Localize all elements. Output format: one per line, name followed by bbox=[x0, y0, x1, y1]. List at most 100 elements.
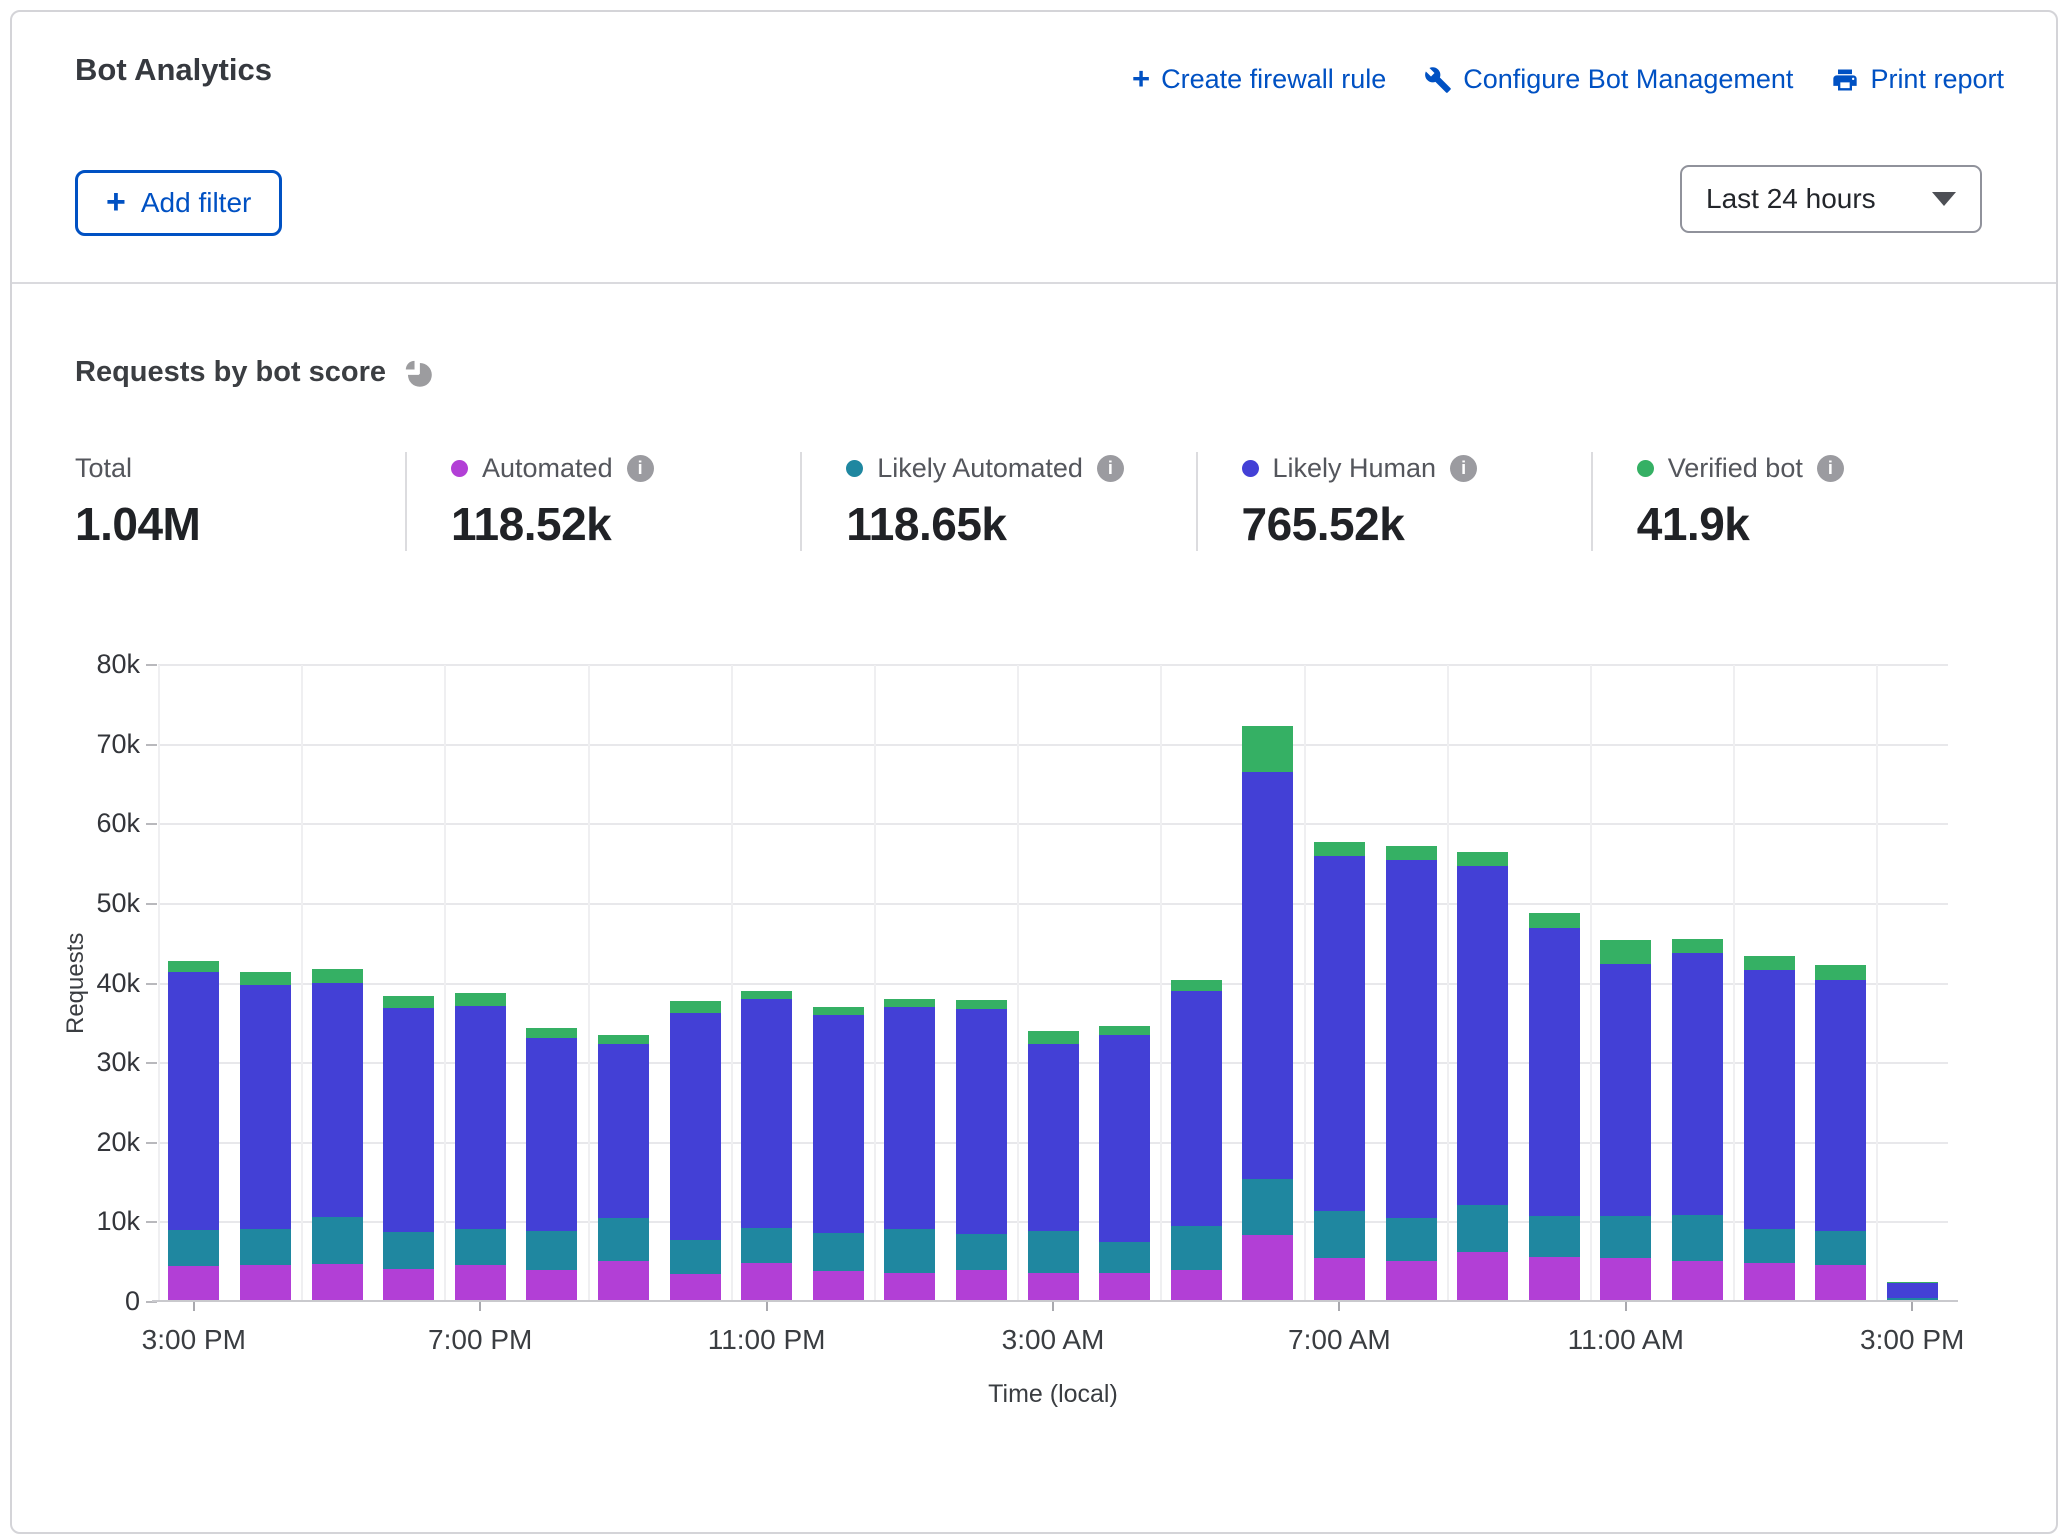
segment-likely-automated bbox=[455, 1229, 506, 1266]
segment-automated bbox=[598, 1261, 649, 1302]
info-icon[interactable]: i bbox=[1450, 455, 1477, 482]
stat-automated: Automated i 118.52k bbox=[405, 452, 800, 551]
add-filter-button[interactable]: + Add filter bbox=[75, 170, 282, 236]
segment-verified-bot bbox=[598, 1035, 649, 1044]
bar-7-00-am[interactable] bbox=[1314, 842, 1365, 1302]
create-firewall-rule-link[interactable]: + Create firewall rule bbox=[1132, 64, 1386, 95]
segment-likely-human bbox=[1744, 970, 1795, 1229]
bar-10-00-am[interactable] bbox=[1529, 913, 1580, 1302]
segment-verified-bot bbox=[1028, 1031, 1079, 1045]
stat-total: Total1.04M bbox=[75, 452, 405, 551]
header-divider bbox=[12, 282, 2056, 284]
section-header: Requests by bot score bbox=[75, 356, 433, 389]
segment-verified-bot bbox=[168, 961, 219, 971]
stat-header: Likely Humani bbox=[1242, 452, 1591, 484]
bar-12-00-pm[interactable] bbox=[1672, 939, 1723, 1302]
segment-automated bbox=[1386, 1261, 1437, 1302]
info-icon[interactable]: i bbox=[1097, 455, 1124, 482]
segment-likely-automated bbox=[168, 1230, 219, 1266]
chevron-down-icon bbox=[1932, 192, 1956, 206]
segment-likely-human bbox=[1386, 860, 1437, 1218]
bar-12-00-am[interactable] bbox=[813, 1007, 864, 1302]
segment-likely-human bbox=[526, 1038, 577, 1231]
bar-2-00-am[interactable] bbox=[956, 1000, 1007, 1302]
segment-automated bbox=[383, 1269, 434, 1302]
segment-likely-human bbox=[1314, 856, 1365, 1211]
bar-9-00-am[interactable] bbox=[1457, 852, 1508, 1302]
y-tick-label: 50k bbox=[12, 888, 140, 919]
x-tick-mark bbox=[193, 1302, 195, 1311]
configure-bot-management-link[interactable]: Configure Bot Management bbox=[1424, 64, 1793, 95]
segment-likely-human bbox=[1028, 1044, 1079, 1231]
stat-label: Automated bbox=[482, 453, 613, 484]
bar-6-00-am[interactable] bbox=[1242, 726, 1293, 1302]
segment-verified-bot bbox=[1600, 940, 1651, 964]
x-tick-label: 11:00 PM bbox=[667, 1324, 867, 1356]
segment-automated bbox=[1744, 1263, 1795, 1302]
bar-4-00-pm[interactable] bbox=[240, 972, 291, 1302]
bar-11-00-pm[interactable] bbox=[741, 991, 792, 1302]
time-range-select[interactable]: Last 24 hours bbox=[1680, 165, 1982, 233]
segment-likely-automated bbox=[1028, 1231, 1079, 1272]
segment-likely-human bbox=[1242, 772, 1293, 1179]
segment-likely-automated bbox=[1529, 1216, 1580, 1257]
bar-5-00-am[interactable] bbox=[1171, 980, 1222, 1302]
print-report-link[interactable]: Print report bbox=[1831, 64, 2004, 95]
y-tick-label: 10k bbox=[12, 1206, 140, 1237]
segment-likely-automated bbox=[1171, 1226, 1222, 1271]
x-tick-mark bbox=[1338, 1302, 1340, 1311]
segment-likely-human bbox=[1815, 980, 1866, 1231]
bar-7-00-pm[interactable] bbox=[455, 993, 506, 1302]
y-tick-mark bbox=[146, 823, 157, 825]
bar-1-00-am[interactable] bbox=[884, 999, 935, 1302]
y-tick-label: 20k bbox=[12, 1127, 140, 1158]
segment-likely-automated bbox=[598, 1218, 649, 1261]
bar-4-00-am[interactable] bbox=[1099, 1026, 1150, 1302]
segment-verified-bot bbox=[1314, 842, 1365, 856]
segment-automated bbox=[240, 1265, 291, 1302]
bar-6-00-pm[interactable] bbox=[383, 996, 434, 1302]
segment-automated bbox=[813, 1271, 864, 1302]
stat-value: 118.52k bbox=[451, 497, 800, 551]
segment-automated bbox=[1815, 1265, 1866, 1302]
y-tick-mark bbox=[146, 1062, 157, 1064]
x-tick-label: 7:00 AM bbox=[1239, 1324, 1439, 1356]
bar-5-00-pm[interactable] bbox=[312, 969, 363, 1302]
segment-likely-human bbox=[455, 1006, 506, 1229]
bar-8-00-pm[interactable] bbox=[526, 1028, 577, 1302]
bar-3-00-pm[interactable] bbox=[168, 961, 219, 1302]
stat-value: 765.52k bbox=[1242, 497, 1591, 551]
bar-8-00-am[interactable] bbox=[1386, 846, 1437, 1302]
segment-likely-human bbox=[312, 983, 363, 1217]
bar-1-00-pm[interactable] bbox=[1744, 956, 1795, 1302]
bar-2-00-pm[interactable] bbox=[1815, 965, 1866, 1302]
y-tick-mark bbox=[146, 744, 157, 746]
x-tick-label: 3:00 PM bbox=[1812, 1324, 2012, 1356]
section-title: Requests by bot score bbox=[75, 356, 386, 389]
segment-likely-human bbox=[956, 1009, 1007, 1234]
segment-likely-automated bbox=[1386, 1218, 1437, 1261]
bar-10-00-pm[interactable] bbox=[670, 1001, 721, 1302]
y-tick-label: 30k bbox=[12, 1047, 140, 1078]
bar-9-00-pm[interactable] bbox=[598, 1035, 649, 1302]
segment-likely-human bbox=[670, 1013, 721, 1240]
y-tick-label: 80k bbox=[12, 649, 140, 680]
x-tick-mark bbox=[479, 1302, 481, 1311]
x-tick-mark bbox=[1052, 1302, 1054, 1311]
info-icon[interactable]: i bbox=[627, 455, 654, 482]
y-tick-label: 70k bbox=[12, 729, 140, 760]
stat-likely-human: Likely Humani 765.52k bbox=[1196, 452, 1591, 551]
segment-likely-automated bbox=[741, 1228, 792, 1263]
bar-11-00-am[interactable] bbox=[1600, 940, 1651, 1302]
segment-likely-automated bbox=[1314, 1211, 1365, 1258]
info-icon[interactable]: i bbox=[1817, 455, 1844, 482]
segment-likely-automated bbox=[1672, 1215, 1723, 1260]
stat-value: 41.9k bbox=[1637, 497, 1986, 551]
segment-verified-bot bbox=[884, 999, 935, 1007]
x-tick-mark bbox=[1911, 1302, 1913, 1311]
legend-dot bbox=[1637, 460, 1654, 477]
page-title: Bot Analytics bbox=[75, 52, 272, 88]
segment-verified-bot bbox=[1672, 939, 1723, 953]
bar-3-00-am[interactable] bbox=[1028, 1031, 1079, 1302]
stat-verified-bot: Verified boti41.9k bbox=[1591, 452, 1986, 551]
